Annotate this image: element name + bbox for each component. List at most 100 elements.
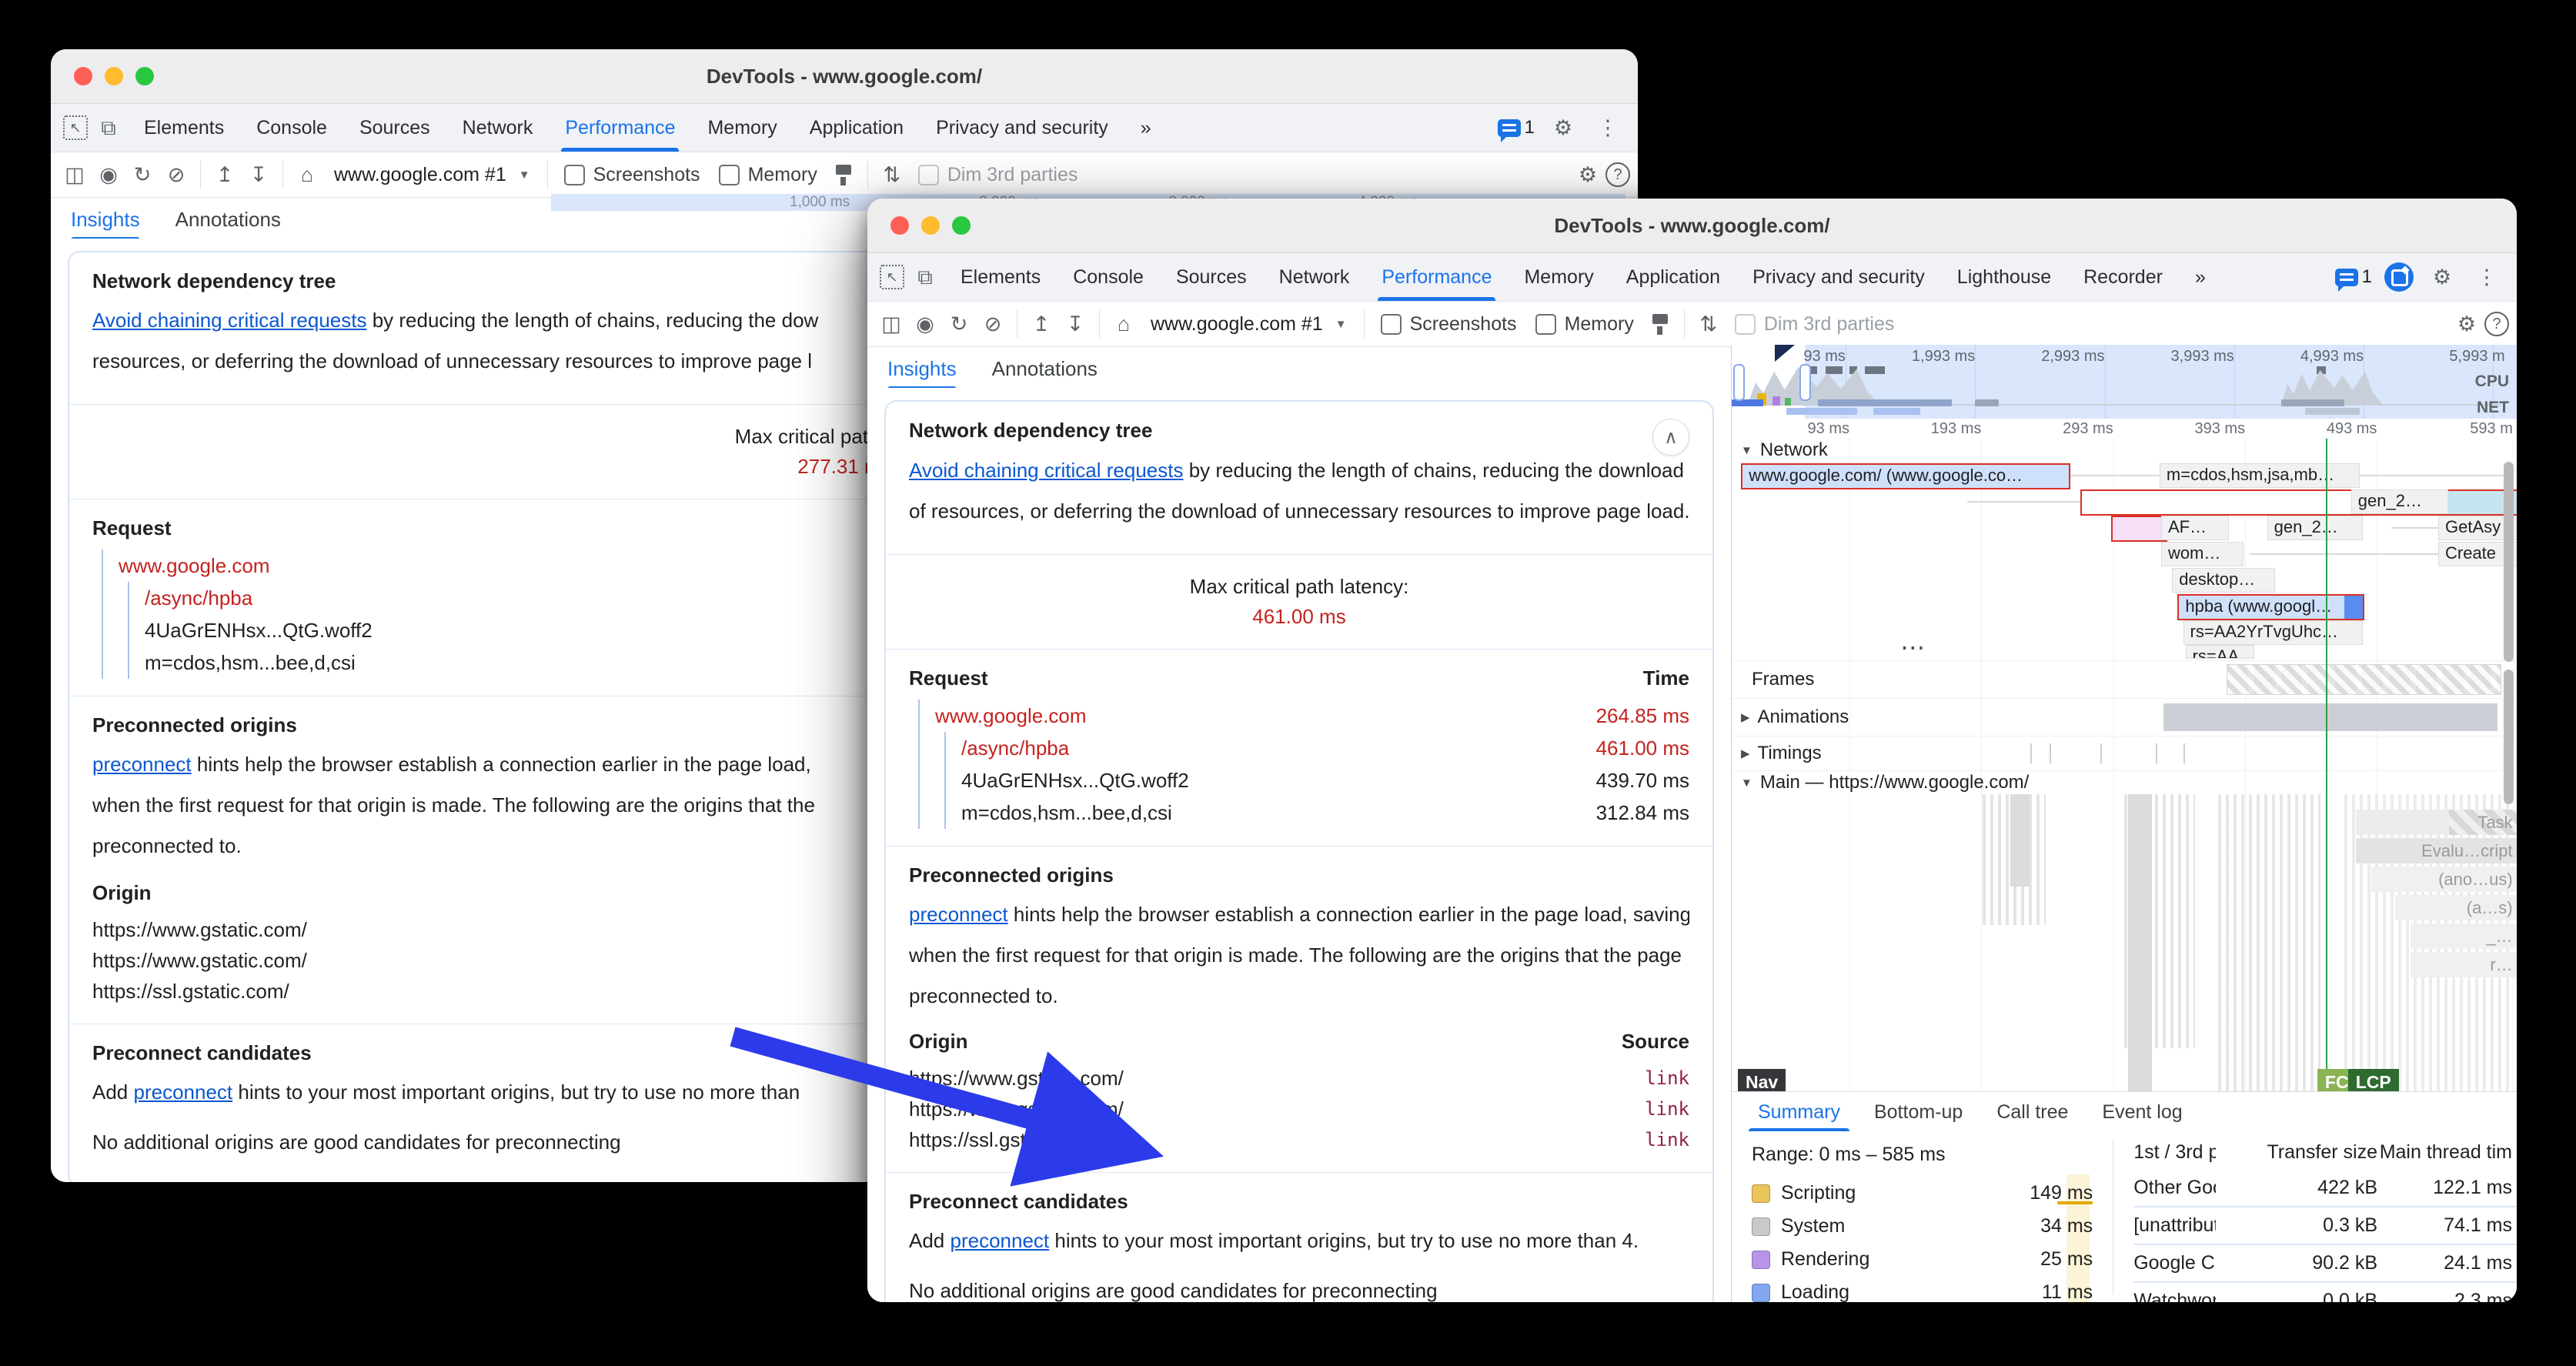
kebab-menu-icon[interactable]: ⋮ [1592,112,1624,144]
upload-profile-icon[interactable]: ↥ [209,159,241,191]
flame-label-r[interactable]: r… [2411,952,2517,977]
titlebar[interactable]: DevTools - www.google.com/ [51,49,1638,104]
dim-3rd-parties-checkbox[interactable]: Dim 3rd parties [910,164,1087,186]
network-request-box[interactable]: 4UaGrENH… [2080,489,2517,516]
help-icon[interactable]: ? [1605,162,1630,187]
record-icon[interactable]: ◉ [909,308,941,340]
network-request-box[interactable]: AF… [2161,516,2229,540]
minimize-button[interactable] [921,216,940,235]
device-toolbar-icon[interactable]: ⧉ [909,261,941,293]
fit-window-icon[interactable]: ⇅ [1692,308,1725,340]
tab-summary[interactable]: Summary [1741,1092,1857,1132]
target-selector[interactable]: www.google.com #1▼ [1141,313,1356,336]
request-row[interactable]: 4UaGrENHsx...QtG.woff2439.70 ms [961,764,1689,797]
kebab-menu-icon[interactable]: ⋮ [2471,261,2503,293]
preconnect-link[interactable]: preconnect [134,1080,233,1104]
tab-privacy[interactable]: Privacy and security [920,104,1124,152]
gear-icon[interactable]: ⚙ [1547,112,1579,144]
nav-marker[interactable]: Nav [1738,1069,1786,1091]
network-request-box[interactable]: gen_2… [2267,516,2363,540]
avoid-chaining-link[interactable]: Avoid chaining critical requests [909,459,1183,482]
network-request-box[interactable]: hpba (www.googl… [2177,594,2364,620]
tab-network[interactable]: Network [1263,253,1366,301]
gc-brush-icon[interactable] [1644,308,1676,340]
tab-bottom-up[interactable]: Bottom-up [1857,1092,1980,1132]
flame-label-evaluate-script[interactable]: Evalu…cript [2356,838,2517,863]
timings-track[interactable]: ▶ Timings [1732,736,2517,770]
titlebar[interactable]: DevTools - www.google.com/ [867,199,2517,253]
tab-lighthouse[interactable]: Lighthouse [1941,253,2067,301]
help-icon[interactable]: ? [2484,312,2509,336]
frames-track[interactable]: Frames [1732,660,2517,698]
close-button[interactable] [74,67,92,85]
gc-brush-icon[interactable] [827,159,860,191]
tab-call-tree[interactable]: Call tree [1980,1092,2085,1132]
tab-event-log[interactable]: Event log [2085,1092,2199,1132]
request-row[interactable]: m=cdos,hsm...bee,d,csi312.84 ms [961,797,1689,829]
screenshots-checkbox[interactable]: Screenshots [1372,313,1525,336]
tab-annotations[interactable]: Annotations [175,198,281,241]
tab-annotations[interactable]: Annotations [992,347,1098,390]
network-request-box[interactable]: m=cdos,hsm,jsa,mb… [2160,463,2360,488]
issues-counter[interactable]: 1 [2335,266,2372,288]
main-scrollbar-thumb[interactable] [2504,670,2514,804]
timeline-minimap[interactable]: 93 ms 1,993 ms 2,993 ms 3,993 ms 4,993 m… [1732,345,2517,419]
preconnect-link[interactable]: preconnect [909,903,1008,926]
tab-console[interactable]: Console [240,104,343,152]
flame-label-anonymous[interactable]: (ano…us) [2371,867,2517,892]
inspect-icon[interactable]: ↖ [880,265,904,289]
home-icon[interactable]: ⌂ [291,159,323,191]
tab-console[interactable]: Console [1057,253,1160,301]
traffic-lights[interactable] [74,49,154,103]
issues-counter[interactable]: 1 [1498,117,1535,139]
gear-icon[interactable]: ⚙ [2426,261,2458,293]
table-row[interactable]: Google CDN 90.2 kB 24.1 ms [2133,1245,2517,1283]
more-rows-indicator[interactable]: ⋯ [1900,633,1927,662]
more-tabs-button[interactable]: » [1124,104,1168,152]
avoid-chaining-link[interactable]: Avoid chaining critical requests [92,309,366,332]
network-request-box[interactable]: gen_2… [2351,489,2448,514]
tab-performance[interactable]: Performance [1365,253,1508,301]
inspect-icon[interactable]: ↖ [63,115,88,140]
target-selector[interactable]: www.google.com #1▼ [325,164,540,186]
network-request-box[interactable]: wom… [2161,542,2244,566]
download-profile-icon[interactable]: ↧ [242,159,275,191]
download-profile-icon[interactable]: ↧ [1059,308,1091,340]
fit-window-icon[interactable]: ⇅ [876,159,908,191]
minimap-right-handle[interactable] [1799,364,1811,401]
minimap-left-handle[interactable] [1733,364,1745,401]
tab-application[interactable]: Application [1610,253,1736,301]
flame-label-task[interactable]: Task [2356,810,2517,835]
record-icon[interactable]: ◉ [92,159,125,191]
minimize-button[interactable] [105,67,123,85]
main-thread-flame-chart[interactable]: Task Evalu…cript (ano…us) (a…s) _… r… Na… [1732,794,2517,1091]
home-icon[interactable]: ⌂ [1108,308,1140,340]
tab-elements[interactable]: Elements [128,104,240,152]
dim-3rd-parties-checkbox[interactable]: Dim 3rd parties [1726,313,1903,336]
tab-network[interactable]: Network [446,104,550,152]
flame-label-underscore[interactable]: _… [2411,923,2517,949]
clear-icon[interactable]: ⊘ [160,159,192,191]
lcp-marker[interactable]: LCP [2348,1069,2399,1091]
memory-checkbox[interactable]: Memory [1527,313,1642,336]
preconnect-link[interactable]: preconnect [951,1229,1050,1252]
tab-application[interactable]: Application [794,104,920,152]
reload-record-icon[interactable]: ↻ [943,308,975,340]
screenshots-checkbox[interactable]: Screenshots [556,164,709,186]
tab-insights[interactable]: Insights [887,347,957,390]
network-track-header[interactable]: ▼ Network [1732,439,2517,462]
clear-icon[interactable]: ⊘ [977,308,1009,340]
network-request-box[interactable]: rs=AA [2186,645,2254,659]
traffic-lights[interactable] [890,199,971,252]
tab-sources[interactable]: Sources [1160,253,1263,301]
tab-memory[interactable]: Memory [1508,253,1609,301]
zoom-button[interactable] [952,216,971,235]
table-row[interactable]: [unattributed] 0.3 kB 74.1 ms [2133,1207,2517,1245]
collapse-card-button[interactable]: ∧ [1652,419,1689,456]
reload-record-icon[interactable]: ↻ [126,159,159,191]
tab-privacy[interactable]: Privacy and security [1736,253,1941,301]
request-row[interactable]: www.google.com264.85 ms [935,700,1689,732]
tab-performance[interactable]: Performance [549,104,691,152]
network-request-box[interactable] [2111,516,2167,542]
network-scrollbar-thumb[interactable] [2504,462,2514,662]
